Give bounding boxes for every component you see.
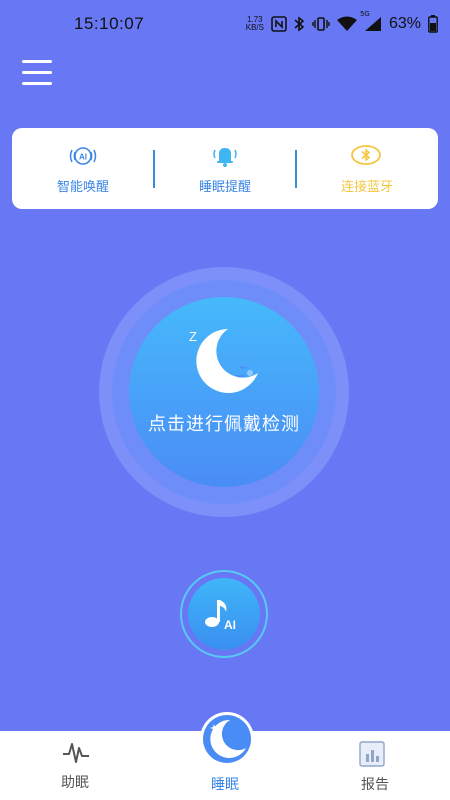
sleep-reminder-button[interactable]: 睡眠提醒 bbox=[154, 128, 296, 209]
sleep-reminder-label: 睡眠提醒 bbox=[198, 180, 251, 195]
moon-stars-icon[interactable] bbox=[200, 712, 254, 766]
wear-detection-label: 点击进行佩戴检测 bbox=[148, 414, 300, 435]
wear-detection-button[interactable]: Z Z 点击进行佩戴检测 bbox=[129, 297, 319, 487]
vibrate-icon bbox=[312, 17, 330, 31]
ai-wake-icon: AI bbox=[69, 147, 97, 165]
network-speed: 1.73 KB/S bbox=[245, 15, 264, 32]
music-note-icon: AI bbox=[205, 600, 236, 632]
report-chart-icon bbox=[359, 741, 385, 767]
svg-text:Z: Z bbox=[189, 329, 197, 344]
signal-icon bbox=[364, 17, 381, 31]
bell-icon bbox=[213, 148, 237, 167]
smart-wake-button[interactable]: AI 智能唤醒 bbox=[12, 128, 154, 209]
tab-sleep-label: 睡眠 bbox=[211, 777, 239, 793]
waveform-icon bbox=[63, 743, 89, 763]
svg-text:AI: AI bbox=[79, 153, 87, 162]
wifi-icon bbox=[336, 16, 357, 31]
nfc-icon bbox=[271, 16, 287, 32]
cellular-signal: 5G bbox=[360, 10, 382, 32]
svg-text:Z: Z bbox=[201, 344, 207, 355]
battery-percent: 63% bbox=[388, 15, 421, 32]
tab-report-label: 报告 bbox=[361, 777, 389, 793]
connect-bluetooth-button[interactable]: 连接蓝牙 bbox=[296, 128, 438, 209]
battery-icon bbox=[428, 15, 438, 33]
status-icons: 1.73 KB/S 5G 63% bbox=[245, 10, 438, 36]
sleeping-moon-icon: Z Z bbox=[189, 329, 258, 393]
connect-bluetooth-label: 连接蓝牙 bbox=[340, 180, 393, 195]
bluetooth-status-icon bbox=[294, 16, 305, 32]
tab-sleep-aid-label: 助眠 bbox=[61, 775, 89, 791]
moon-icon-graphic bbox=[203, 715, 251, 763]
tab-sleep-aid[interactable]: 助眠 bbox=[0, 731, 150, 800]
tab-report[interactable]: 报告 bbox=[300, 731, 450, 800]
smart-wake-label: 智能唤醒 bbox=[56, 180, 109, 195]
ai-text: AI bbox=[224, 618, 236, 632]
status-time: 15:10:07 bbox=[74, 14, 145, 33]
ai-music-button[interactable]: AI bbox=[180, 570, 268, 658]
status-bar: 15:10:07 1.73 KB/S 5G 63% bbox=[0, 0, 450, 50]
ai-music-inner: AI bbox=[188, 578, 260, 650]
feature-card: AI 智能唤醒 睡眠提醒 连接蓝牙 bbox=[12, 128, 438, 209]
bluetooth-icon bbox=[351, 145, 381, 165]
menu-icon[interactable] bbox=[22, 60, 54, 86]
